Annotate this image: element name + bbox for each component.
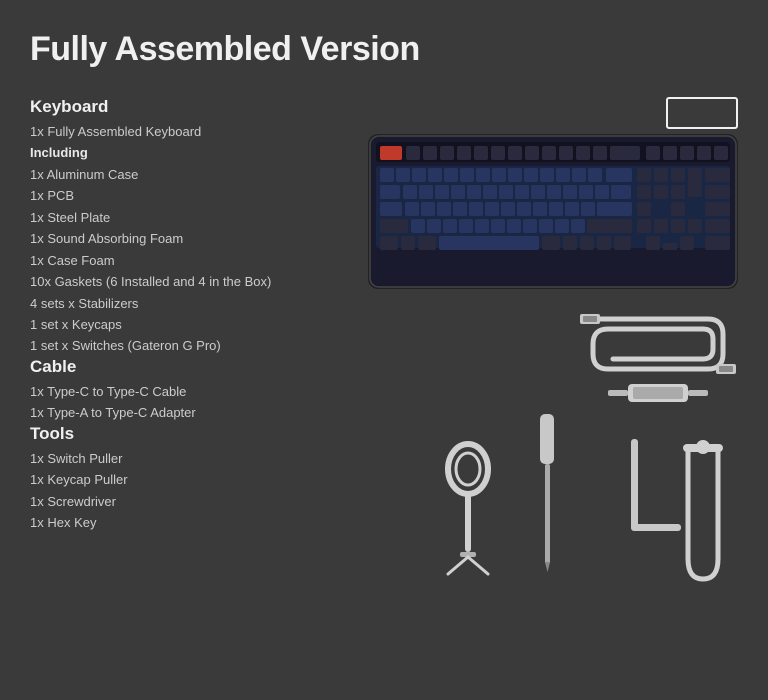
- tools-section: Tools 1x Switch Puller 1x Keycap Puller …: [30, 424, 310, 534]
- keyboard-item-9: 1 set x Switches (Gateron G Pro): [30, 335, 310, 356]
- keyboard-item-8: 1 set x Keycaps: [30, 314, 310, 335]
- keyboard-section: Keyboard 1x Fully Assembled Keyboard Inc…: [30, 97, 310, 357]
- cable-item-0: 1x Type-C to Type-C Cable: [30, 381, 310, 402]
- white-rectangle: [666, 97, 738, 129]
- keyboard-item-including: Including: [30, 142, 310, 163]
- keyboard-item-5: 1x Case Foam: [30, 250, 310, 271]
- tools-item-2: 1x Screwdriver: [30, 491, 310, 512]
- keyboard-section-title: Keyboard: [30, 97, 310, 117]
- right-top-section: [330, 97, 738, 289]
- keyboard-item-2: 1x PCB: [30, 185, 310, 206]
- keyboard-item-4: 1x Sound Absorbing Foam: [30, 228, 310, 249]
- page-title: Fully Assembled Version: [30, 30, 738, 69]
- tools-item-0: 1x Switch Puller: [30, 448, 310, 469]
- keyboard-image: [368, 134, 738, 289]
- keyboard-item-1: 1x Aluminum Case: [30, 164, 310, 185]
- left-column: Keyboard 1x Fully Assembled Keyboard Inc…: [30, 97, 310, 589]
- tools-item-3: 1x Hex Key: [30, 512, 310, 533]
- tools-section-title: Tools: [30, 424, 310, 444]
- tools-item-1: 1x Keycap Puller: [30, 469, 310, 490]
- keyboard-item-7: 4 sets x Stabilizers: [30, 293, 310, 314]
- cable-item-1: 1x Type-A to Type-C Adapter: [30, 402, 310, 423]
- keyboard-item-6: 10x Gaskets (6 Installed and 4 in the Bo…: [30, 271, 310, 292]
- keyboard-item-3: 1x Steel Plate: [30, 207, 310, 228]
- cable-section: Cable 1x Type-C to Type-C Cable 1x Type-…: [30, 357, 310, 424]
- keyboard-item-0: 1x Fully Assembled Keyboard: [30, 121, 310, 142]
- tools-image: [418, 419, 738, 589]
- cable-image: [578, 299, 738, 409]
- content-layout: Keyboard 1x Fully Assembled Keyboard Inc…: [30, 97, 738, 589]
- right-column: [330, 97, 738, 589]
- cable-section-title: Cable: [30, 357, 310, 377]
